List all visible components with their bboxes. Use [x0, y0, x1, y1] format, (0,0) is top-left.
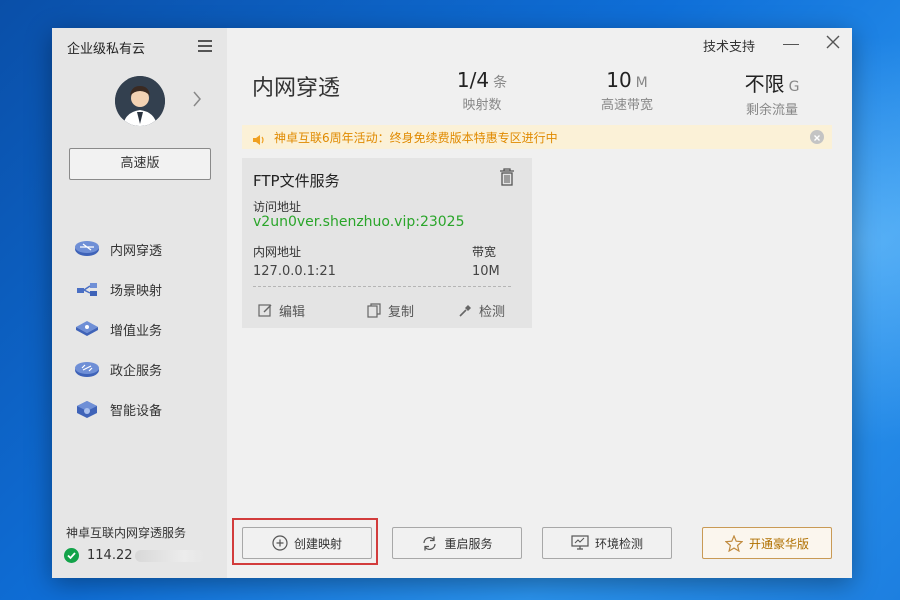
service-title: 神卓互联内网穿透服务	[66, 526, 187, 540]
bandwidth-value: 10M	[472, 264, 500, 279]
stat-value: 10	[606, 68, 632, 92]
close-banner-icon[interactable]	[810, 130, 824, 144]
sidebar-item-label: 政企服务	[110, 363, 163, 379]
stat-value: 不限	[744, 72, 785, 96]
copy-button[interactable]: 复制	[367, 301, 414, 320]
edit-label: 编辑	[279, 305, 306, 320]
access-label: 访问地址	[253, 200, 302, 214]
avatar[interactable]	[115, 76, 165, 126]
edit-icon	[258, 304, 272, 317]
stat-bandwidth: 10 M 高速带宽	[572, 68, 682, 113]
sidebar: 企业级私有云 高速版 内网穿透 场景映射 增值业务 政企服务 智能设备 神卓互联…	[52, 28, 227, 578]
app-window: 企业级私有云 高速版 内网穿透 场景映射 增值业务 政企服务 智能设备 神卓互联…	[52, 28, 852, 578]
detect-button[interactable]: 检测	[458, 301, 505, 320]
value-added-icon	[74, 319, 100, 339]
sidebar-item-label: 智能设备	[110, 403, 163, 419]
mapping-card: FTP文件服务 访问地址 v2un0ver.shenzhuo.vip:23025…	[242, 158, 532, 328]
sidebar-item-tunnel[interactable]: 内网穿透	[74, 237, 214, 261]
scene-mapping-icon	[74, 279, 100, 299]
sidebar-item-label: 内网穿透	[110, 243, 163, 259]
server-status: 114.22	[64, 548, 205, 563]
upgrade-premium-button[interactable]: 开通豪华版	[702, 527, 832, 559]
stat-unit: G	[788, 79, 800, 95]
env-check-button[interactable]: 环境检测	[542, 527, 672, 559]
smart-device-icon	[74, 399, 100, 419]
promo-text: 神卓互联6周年活动：终身免续费版本特惠专区进行中	[274, 130, 558, 145]
server-ip: 114.22	[87, 548, 133, 563]
stat-label: 剩余流量	[745, 103, 798, 118]
enterprise-icon	[74, 359, 100, 379]
stat-label: 映射数	[462, 98, 502, 113]
detect-label: 检测	[479, 305, 506, 320]
upgrade-premium-label: 开通豪华版	[748, 536, 809, 551]
access-url[interactable]: v2un0ver.shenzhuo.vip:23025	[253, 214, 465, 230]
divider	[253, 286, 511, 287]
sidebar-item-smart-device[interactable]: 智能设备	[74, 397, 214, 421]
stat-unit: 条	[493, 75, 508, 91]
refresh-icon	[423, 536, 437, 550]
stat-mappings: 1/4 条 映射数	[427, 68, 537, 113]
restart-service-label: 重启服务	[444, 536, 493, 551]
sidebar-item-value-added[interactable]: 增值业务	[74, 317, 214, 341]
speaker-icon	[252, 131, 266, 145]
ip-redaction	[134, 549, 205, 562]
main-panel: 技术支持 内网穿透 1/4 条 映射数 10 M 高速带宽 不限 G 剩余流量 神卓互…	[227, 28, 852, 578]
hamburger-menu-icon[interactable]	[198, 40, 212, 52]
copy-label: 复制	[388, 305, 415, 320]
trash-icon[interactable]	[499, 168, 515, 186]
monitor-icon	[571, 535, 589, 550]
chevron-right-icon[interactable]	[192, 90, 202, 108]
stat-value: 1/4	[456, 68, 490, 92]
copy-icon	[367, 303, 381, 318]
bandwidth-label: 带宽	[472, 245, 497, 259]
star-icon	[724, 534, 743, 552]
promo-banner[interactable]: 神卓互联6周年活动：终身免续费版本特惠专区进行中	[242, 125, 832, 149]
close-icon[interactable]	[825, 34, 841, 50]
stat-unit: M	[635, 75, 648, 91]
env-check-label: 环境检测	[594, 536, 643, 551]
sidebar-item-label: 增值业务	[110, 323, 163, 339]
sidebar-item-scene-mapping[interactable]: 场景映射	[74, 277, 214, 301]
stat-traffic: 不限 G 剩余流量	[717, 68, 827, 118]
highlight-box	[232, 518, 378, 565]
tech-support-link[interactable]: 技术支持	[703, 36, 755, 55]
tunnel-icon	[74, 239, 100, 259]
sidebar-item-enterprise[interactable]: 政企服务	[74, 357, 214, 381]
plan-button[interactable]: 高速版	[69, 148, 211, 180]
mapping-title: FTP文件服务	[253, 172, 340, 190]
lan-label: 内网地址	[253, 245, 302, 259]
minimize-icon[interactable]	[783, 44, 799, 45]
page-title: 内网穿透	[252, 76, 341, 101]
stat-label: 高速带宽	[600, 98, 653, 113]
edit-button[interactable]: 编辑	[258, 301, 305, 320]
probe-icon	[459, 305, 471, 317]
app-title: 企业级私有云	[67, 42, 146, 57]
lan-address: 127.0.0.1:21	[253, 264, 336, 279]
check-circle-icon	[64, 548, 79, 563]
restart-service-button[interactable]: 重启服务	[392, 527, 522, 559]
sidebar-item-label: 场景映射	[110, 283, 163, 299]
